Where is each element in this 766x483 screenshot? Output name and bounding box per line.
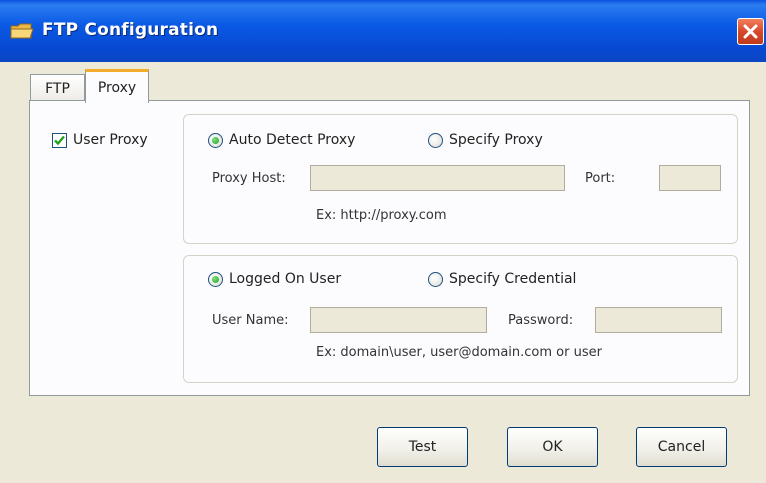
close-button[interactable]	[737, 18, 764, 45]
proxy-host-input[interactable]	[310, 165, 565, 191]
user-name-input[interactable]	[310, 307, 487, 333]
user-name-label: User Name:	[212, 313, 289, 328]
dialog-body: FTP Proxy User Proxy Auto Detect Proxy S…	[0, 62, 766, 483]
window-title: FTP Configuration	[42, 20, 219, 40]
proxy-tab-panel: User Proxy Auto Detect Proxy Specify Pro…	[29, 100, 750, 396]
proxy-server-group: Auto Detect Proxy Specify Proxy Proxy Ho…	[183, 114, 738, 244]
tab-proxy[interactable]: Proxy	[85, 69, 149, 103]
tab-ftp-label: FTP	[45, 80, 70, 97]
logged-on-user-label: Logged On User	[229, 271, 342, 287]
port-input[interactable]	[659, 165, 721, 191]
cancel-button[interactable]: Cancel	[636, 427, 727, 467]
proxy-host-hint: Ex: http://proxy.com	[316, 208, 447, 223]
auto-detect-proxy-radio[interactable]: Auto Detect Proxy	[208, 132, 355, 148]
specify-credential-label: Specify Credential	[449, 271, 577, 287]
proxy-host-label: Proxy Host:	[212, 171, 286, 186]
use-proxy-checkbox[interactable]: User Proxy	[52, 132, 148, 148]
use-proxy-label: User Proxy	[73, 132, 148, 148]
radio-selected-icon	[208, 132, 223, 148]
radio-selected-icon	[208, 271, 223, 287]
specify-credential-radio[interactable]: Specify Credential	[428, 271, 576, 287]
port-label: Port:	[585, 171, 616, 186]
logged-on-user-radio[interactable]: Logged On User	[208, 271, 341, 287]
title-bar[interactable]: FTP Configuration	[0, 0, 766, 62]
credentials-group: Logged On User Specify Credential User N…	[183, 255, 738, 383]
checkbox-box[interactable]	[52, 132, 67, 148]
tab-proxy-label: Proxy	[97, 79, 137, 96]
auto-detect-proxy-label: Auto Detect Proxy	[229, 132, 356, 148]
radio-unselected-icon	[428, 132, 443, 148]
checkmark-icon	[54, 135, 65, 145]
specify-proxy-radio[interactable]: Specify Proxy	[428, 132, 543, 148]
radio-unselected-icon	[428, 271, 443, 287]
password-label: Password:	[508, 313, 574, 328]
password-input[interactable]	[595, 307, 722, 333]
tab-ftp[interactable]: FTP	[30, 74, 85, 102]
folder-icon	[10, 21, 34, 41]
close-icon	[743, 24, 758, 39]
credential-hint: Ex: domain\user, user@domain.com or user	[316, 345, 602, 360]
ok-button[interactable]: OK	[507, 427, 598, 467]
specify-proxy-label: Specify Proxy	[449, 132, 543, 148]
test-button[interactable]: Test	[377, 427, 468, 467]
